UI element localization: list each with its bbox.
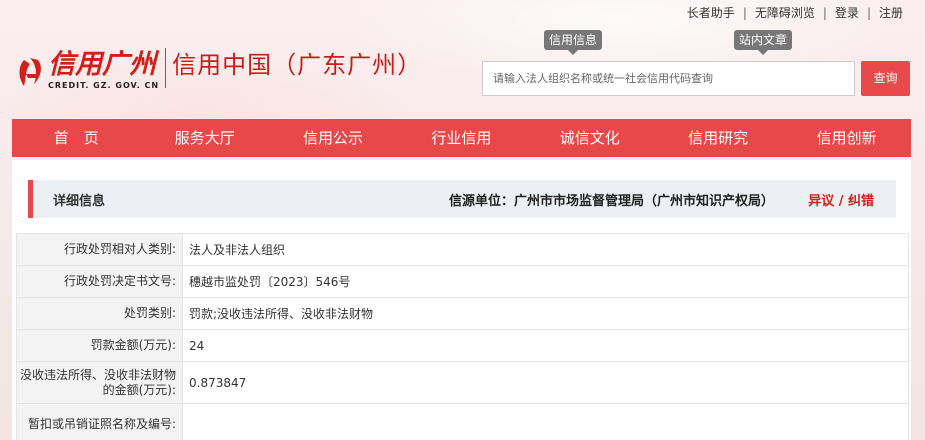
row-label: 行政处罚相对人类别: [16, 233, 183, 266]
table-row: 没收违法所得、没收非法财物的金额(万元): 0.873847 [16, 361, 909, 404]
row-label: 处罚类别: [16, 297, 183, 330]
detail-table: 行政处罚相对人类别: 法人及非法人组织 行政处罚决定书文号: 穗越市监处罚〔20… [16, 233, 909, 440]
elder-assistant-link[interactable]: 长者助手 [679, 4, 743, 21]
detail-panel: 详细信息 信源单位：广州市市场监督管理局（广州市知识产权局） 异议 / 纠错 行… [12, 160, 911, 440]
nav-item-industry-credit[interactable]: 行业信用 [397, 119, 525, 157]
row-value: 穗越市监处罚〔2023〕546号 [182, 265, 909, 298]
nav-item-credit-research[interactable]: 信用研究 [654, 119, 782, 157]
nav-item-integrity-culture[interactable]: 诚信文化 [526, 119, 654, 157]
tab-site-articles[interactable]: 站内文章 [734, 30, 793, 55]
table-row: 罚款金额(万元): 24 [16, 329, 909, 362]
nav-item-credit-publicity[interactable]: 信用公示 [269, 119, 397, 157]
accessibility-link[interactable]: 无障碍浏览 [747, 4, 823, 21]
row-value: 0.873847 [182, 361, 909, 404]
login-link[interactable]: 登录 [827, 4, 867, 21]
register-link[interactable]: 注册 [871, 4, 911, 21]
row-value: 罚款;没收违法所得、没收非法财物 [182, 297, 909, 330]
search-tabs: 信用信息 站内文章 [540, 30, 840, 55]
site-name: 信用中国（广东广州） [172, 51, 423, 79]
site-logo[interactable]: 信用广州 CREDIT. GZ. GOV. CN 信用中国（广东广州） [16, 46, 422, 90]
detail-title: 详细信息 [53, 193, 106, 209]
nav-item-credit-innovation[interactable]: 信用创新 [782, 119, 910, 157]
row-value [182, 403, 909, 440]
row-value: 法人及非法人组织 [182, 233, 909, 266]
table-row: 行政处罚决定书文号: 穗越市监处罚〔2023〕546号 [16, 265, 909, 298]
table-row: 暂扣或吊销证照名称及编号: [16, 403, 909, 440]
source-unit: 信源单位：广州市市场监督管理局（广州市知识产权局） [448, 193, 774, 209]
logo-divider [165, 48, 167, 88]
search-input[interactable]: 请输入法人组织名称或统一社会信用代码查询 [482, 61, 855, 96]
row-label: 罚款金额(万元): [16, 329, 183, 362]
main-nav: 首 页 服务大厅 信用公示 行业信用 诚信文化 信用研究 信用创新 [12, 119, 911, 157]
row-label: 暂扣或吊销证照名称及编号: [16, 403, 183, 440]
logo-brand-text: 信用广州 [48, 49, 156, 80]
row-label: 行政处罚决定书文号: [16, 265, 183, 298]
logo-emblem-icon [16, 56, 46, 90]
tab-credit-info[interactable]: 信用信息 [544, 30, 603, 55]
detail-header: 详细信息 信源单位：广州市市场监督管理局（广州市知识产权局） 异议 / 纠错 [28, 180, 896, 218]
nav-item-service-hall[interactable]: 服务大厅 [140, 119, 268, 157]
nav-item-home[interactable]: 首 页 [12, 119, 140, 157]
objection-link[interactable]: 异议 / 纠错 [808, 190, 874, 209]
row-value: 24 [182, 329, 909, 362]
table-row: 处罚类别: 罚款;没收违法所得、没收非法财物 [16, 297, 909, 330]
logo-domain-text: CREDIT. GZ. GOV. CN [48, 81, 160, 90]
table-row: 行政处罚相对人类别: 法人及非法人组织 [16, 233, 909, 266]
search-button[interactable]: 查询 [861, 61, 910, 96]
row-label: 没收违法所得、没收非法财物的金额(万元): [16, 361, 183, 404]
top-links: 长者助手 | 无障碍浏览 | 登录 | 注册 [679, 4, 911, 21]
